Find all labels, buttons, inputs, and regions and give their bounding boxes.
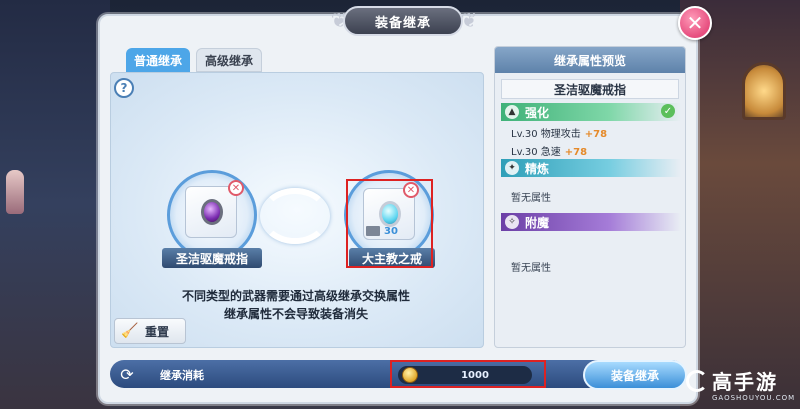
attr-panel-title: 继承属性预览 [495,47,685,73]
question-icon: ? [120,81,128,95]
attr-item-name: 圣洁驱魔戒指 [501,79,679,99]
refresh-icon[interactable]: ⟳ [116,363,138,385]
section-refine-label: 精炼 [525,161,550,176]
stat-text: Lv.30 物理攻击 [511,129,581,140]
highlight-box-cost [390,360,546,388]
background-window [742,62,786,120]
source-item-card[interactable] [185,186,237,238]
dialog-title: 装备继承 [343,6,463,36]
refine-none-text: 暂无属性 [511,193,551,204]
stat-text: Lv.30 急速 [511,147,561,158]
swap-arrows-icon [260,188,330,244]
refine-icon: ✦ [505,161,519,175]
tab-normal-inherit[interactable]: 普通继承 [126,48,191,72]
enchant-none-text: 暂无属性 [511,263,551,274]
reset-label: 重置 [145,324,170,339]
highlight-box-target [346,179,433,268]
enchant-icon: ✧ [505,215,519,229]
close-icon: ✕ [686,11,704,35]
check-icon: ✓ [661,104,675,118]
background-character [6,170,24,214]
stat-bonus: +78 [584,129,608,140]
section-refine: ✦ 精炼 [501,159,681,177]
tab-advanced-inherit[interactable]: 高级继承 [196,48,263,72]
watermark-subtext: GAOSHOUYOU.COM [712,394,796,402]
help-button[interactable]: ? [114,78,134,98]
section-strengthen: ▲ 强化 ✓ [501,103,681,121]
stat-bonus: +78 [564,147,588,158]
remove-source-button[interactable]: ✕ [228,180,244,196]
reset-button[interactable]: 🧹 重置 [114,318,186,344]
cost-label: 继承消耗 [160,369,204,382]
purple-ring-icon [201,199,223,225]
broom-icon: 🧹 [121,323,139,339]
watermark-logo-icon [686,370,708,392]
info-text-line-1: 不同类型的武器需要通过高级继承交换属性 [181,289,410,303]
stat-line: Lv.30 物理攻击 +78 [511,125,607,140]
watermark-text: 高手游 [712,370,778,394]
close-button[interactable]: ✕ [678,6,712,40]
section-enchant-label: 附魔 [525,215,550,230]
equipment-inherit-button[interactable]: 装备继承 [583,360,687,390]
close-icon: ✕ [231,182,241,194]
source-item-name: 圣洁驱魔戒指 [162,248,262,268]
section-strengthen-label: 强化 [525,105,550,120]
inherit-attribute-preview: 继承属性预览 圣洁驱魔戒指 ▲ 强化 ✓ Lv.30 物理攻击 +78 Lv.30… [494,46,686,348]
section-enchant: ✧ 附魔 [501,213,681,231]
background-right-scenery [680,0,800,409]
stat-line: Lv.30 急速 +78 [511,143,587,158]
strengthen-icon: ▲ [505,105,519,119]
